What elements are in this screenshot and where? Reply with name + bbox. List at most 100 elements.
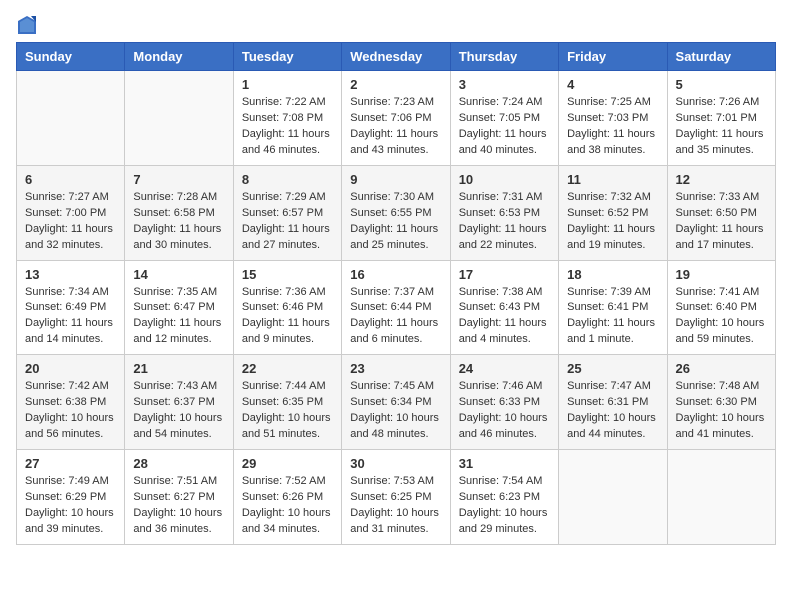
day-info: Sunrise: 7:35 AMSunset: 6:47 PMDaylight:… xyxy=(133,285,224,349)
calendar-day-cell: 9Sunrise: 7:30 AMSunset: 6:55 PMDaylight… xyxy=(342,165,450,260)
day-number: 7 xyxy=(133,172,224,187)
calendar-week-row: 20 Sunrise: 7:42 AMSunset: 6:38 PMDayligh… xyxy=(17,355,776,450)
day-number: 25 xyxy=(567,361,658,376)
day-info: Sunrise: 7:44 AMSunset: 6:35 PMDaylight:… xyxy=(242,379,333,443)
day-info: Sunrise: 7:47 AMSunset: 6:31 PMDaylight:… xyxy=(567,379,658,443)
day-info: Sunrise: 7:46 AMSunset: 6:33 PMDaylight:… xyxy=(459,379,550,443)
calendar-week-row: 13 Sunrise: 7:34 AMSunset: 6:49 PMDayligh… xyxy=(17,260,776,355)
day-info: Sunrise: 7:34 AMSunset: 6:49 PMDaylight:… xyxy=(25,285,116,349)
calendar-day-cell: 23 Sunrise: 7:45 AMSunset: 6:34 PMDayligh… xyxy=(342,355,450,450)
calendar-day-cell: 7 Sunrise: 7:28 AMSunset: 6:58 PMDaylight… xyxy=(125,165,233,260)
day-info: Sunrise: 7:27 AMSunset: 7:00 PMDaylight:… xyxy=(25,190,116,254)
day-number: 14 xyxy=(133,267,224,282)
day-info: Sunrise: 7:38 AMSunset: 6:43 PMDaylight:… xyxy=(459,285,550,349)
calendar-week-row: 6 Sunrise: 7:27 AMSunset: 7:00 PMDaylight… xyxy=(17,165,776,260)
calendar-day-cell: 16Sunrise: 7:37 AMSunset: 6:44 PMDayligh… xyxy=(342,260,450,355)
day-number: 31 xyxy=(459,456,550,471)
calendar-day-cell: 8 Sunrise: 7:29 AMSunset: 6:57 PMDaylight… xyxy=(233,165,341,260)
day-number: 12 xyxy=(676,172,767,187)
calendar-table: SundayMondayTuesdayWednesdayThursdayFrid… xyxy=(16,42,776,545)
weekday-header-sunday: Sunday xyxy=(17,43,125,71)
weekday-header-thursday: Thursday xyxy=(450,43,558,71)
calendar-day-cell: 25 Sunrise: 7:47 AMSunset: 6:31 PMDayligh… xyxy=(559,355,667,450)
day-info: Sunrise: 7:36 AMSunset: 6:46 PMDaylight:… xyxy=(242,285,333,349)
calendar-day-cell: 20 Sunrise: 7:42 AMSunset: 6:38 PMDayligh… xyxy=(17,355,125,450)
day-number: 26 xyxy=(676,361,767,376)
day-info: Sunrise: 7:23 AMSunset: 7:06 PMDaylight:… xyxy=(350,95,441,159)
day-info: Sunrise: 7:54 AMSunset: 6:23 PMDaylight:… xyxy=(459,474,550,538)
weekday-header-wednesday: Wednesday xyxy=(342,43,450,71)
day-info: Sunrise: 7:25 AMSunset: 7:03 PMDaylight:… xyxy=(567,95,658,159)
day-info: Sunrise: 7:42 AMSunset: 6:38 PMDaylight:… xyxy=(25,379,116,443)
calendar-day-cell: 31 Sunrise: 7:54 AMSunset: 6:23 PMDayligh… xyxy=(450,450,558,545)
day-number: 19 xyxy=(676,267,767,282)
calendar-day-cell: 21Sunrise: 7:43 AMSunset: 6:37 PMDayligh… xyxy=(125,355,233,450)
day-number: 20 xyxy=(25,361,116,376)
calendar-day-cell: 12 Sunrise: 7:33 AMSunset: 6:50 PMDayligh… xyxy=(667,165,775,260)
calendar-day-cell: 13 Sunrise: 7:34 AMSunset: 6:49 PMDayligh… xyxy=(17,260,125,355)
calendar-week-row: 1 Sunrise: 7:22 AMSunset: 7:08 PMDaylight… xyxy=(17,71,776,166)
day-number: 11 xyxy=(567,172,658,187)
calendar-day-cell: 28 Sunrise: 7:51 AMSunset: 6:27 PMDayligh… xyxy=(125,450,233,545)
weekday-header-tuesday: Tuesday xyxy=(233,43,341,71)
day-number: 22 xyxy=(242,361,333,376)
day-number: 4 xyxy=(567,77,658,92)
day-info: Sunrise: 7:43 AMSunset: 6:37 PMDaylight:… xyxy=(133,379,224,443)
calendar-day-cell: 30Sunrise: 7:53 AMSunset: 6:25 PMDayligh… xyxy=(342,450,450,545)
day-info: Sunrise: 7:45 AMSunset: 6:34 PMDaylight:… xyxy=(350,379,441,443)
calendar-day-cell: 5Sunrise: 7:26 AMSunset: 7:01 PMDaylight… xyxy=(667,71,775,166)
day-info: Sunrise: 7:33 AMSunset: 6:50 PMDaylight:… xyxy=(676,190,767,254)
calendar-empty-cell xyxy=(17,71,125,166)
calendar-day-cell: 11Sunrise: 7:32 AMSunset: 6:52 PMDayligh… xyxy=(559,165,667,260)
calendar-day-cell: 17Sunrise: 7:38 AMSunset: 6:43 PMDayligh… xyxy=(450,260,558,355)
day-number: 30 xyxy=(350,456,441,471)
weekday-header-monday: Monday xyxy=(125,43,233,71)
weekday-header-saturday: Saturday xyxy=(667,43,775,71)
calendar-week-row: 27 Sunrise: 7:49 AMSunset: 6:29 PMDayligh… xyxy=(17,450,776,545)
day-number: 23 xyxy=(350,361,441,376)
calendar-day-cell: 22 Sunrise: 7:44 AMSunset: 6:35 PMDayligh… xyxy=(233,355,341,450)
day-number: 15 xyxy=(242,267,333,282)
calendar-day-cell: 3Sunrise: 7:24 AMSunset: 7:05 PMDaylight… xyxy=(450,71,558,166)
day-info: Sunrise: 7:48 AMSunset: 6:30 PMDaylight:… xyxy=(676,379,767,443)
day-info: Sunrise: 7:41 AMSunset: 6:40 PMDaylight:… xyxy=(676,285,767,349)
day-info: Sunrise: 7:51 AMSunset: 6:27 PMDaylight:… xyxy=(133,474,224,538)
day-number: 9 xyxy=(350,172,441,187)
calendar-day-cell: 18Sunrise: 7:39 AMSunset: 6:41 PMDayligh… xyxy=(559,260,667,355)
day-info: Sunrise: 7:22 AMSunset: 7:08 PMDaylight:… xyxy=(242,95,333,159)
page-header xyxy=(16,16,776,30)
calendar-day-cell: 1 Sunrise: 7:22 AMSunset: 7:08 PMDaylight… xyxy=(233,71,341,166)
day-info: Sunrise: 7:49 AMSunset: 6:29 PMDaylight:… xyxy=(25,474,116,538)
calendar-day-cell: 24 Sunrise: 7:46 AMSunset: 6:33 PMDayligh… xyxy=(450,355,558,450)
calendar-day-cell: 6 Sunrise: 7:27 AMSunset: 7:00 PMDaylight… xyxy=(17,165,125,260)
day-number: 27 xyxy=(25,456,116,471)
day-number: 1 xyxy=(242,77,333,92)
day-number: 2 xyxy=(350,77,441,92)
day-info: Sunrise: 7:31 AMSunset: 6:53 PMDaylight:… xyxy=(459,190,550,254)
day-info: Sunrise: 7:52 AMSunset: 6:26 PMDaylight:… xyxy=(242,474,333,538)
day-number: 16 xyxy=(350,267,441,282)
calendar-day-cell: 19 Sunrise: 7:41 AMSunset: 6:40 PMDayligh… xyxy=(667,260,775,355)
calendar-day-cell: 26 Sunrise: 7:48 AMSunset: 6:30 PMDayligh… xyxy=(667,355,775,450)
calendar-day-cell: 14 Sunrise: 7:35 AMSunset: 6:47 PMDayligh… xyxy=(125,260,233,355)
calendar-day-cell: 29 Sunrise: 7:52 AMSunset: 6:26 PMDayligh… xyxy=(233,450,341,545)
calendar-empty-cell xyxy=(667,450,775,545)
day-number: 29 xyxy=(242,456,333,471)
calendar-day-cell: 2 Sunrise: 7:23 AMSunset: 7:06 PMDaylight… xyxy=(342,71,450,166)
calendar-day-cell: 15 Sunrise: 7:36 AMSunset: 6:46 PMDayligh… xyxy=(233,260,341,355)
day-info: Sunrise: 7:28 AMSunset: 6:58 PMDaylight:… xyxy=(133,190,224,254)
day-number: 24 xyxy=(459,361,550,376)
day-number: 3 xyxy=(459,77,550,92)
day-number: 10 xyxy=(459,172,550,187)
day-number: 28 xyxy=(133,456,224,471)
day-number: 13 xyxy=(25,267,116,282)
calendar-day-cell: 4 Sunrise: 7:25 AMSunset: 7:03 PMDaylight… xyxy=(559,71,667,166)
day-number: 8 xyxy=(242,172,333,187)
day-info: Sunrise: 7:29 AMSunset: 6:57 PMDaylight:… xyxy=(242,190,333,254)
weekday-header-friday: Friday xyxy=(559,43,667,71)
logo xyxy=(16,16,36,30)
calendar-empty-cell xyxy=(559,450,667,545)
day-info: Sunrise: 7:26 AMSunset: 7:01 PMDaylight:… xyxy=(676,95,767,159)
day-number: 6 xyxy=(25,172,116,187)
day-info: Sunrise: 7:39 AMSunset: 6:41 PMDaylight:… xyxy=(567,285,658,349)
